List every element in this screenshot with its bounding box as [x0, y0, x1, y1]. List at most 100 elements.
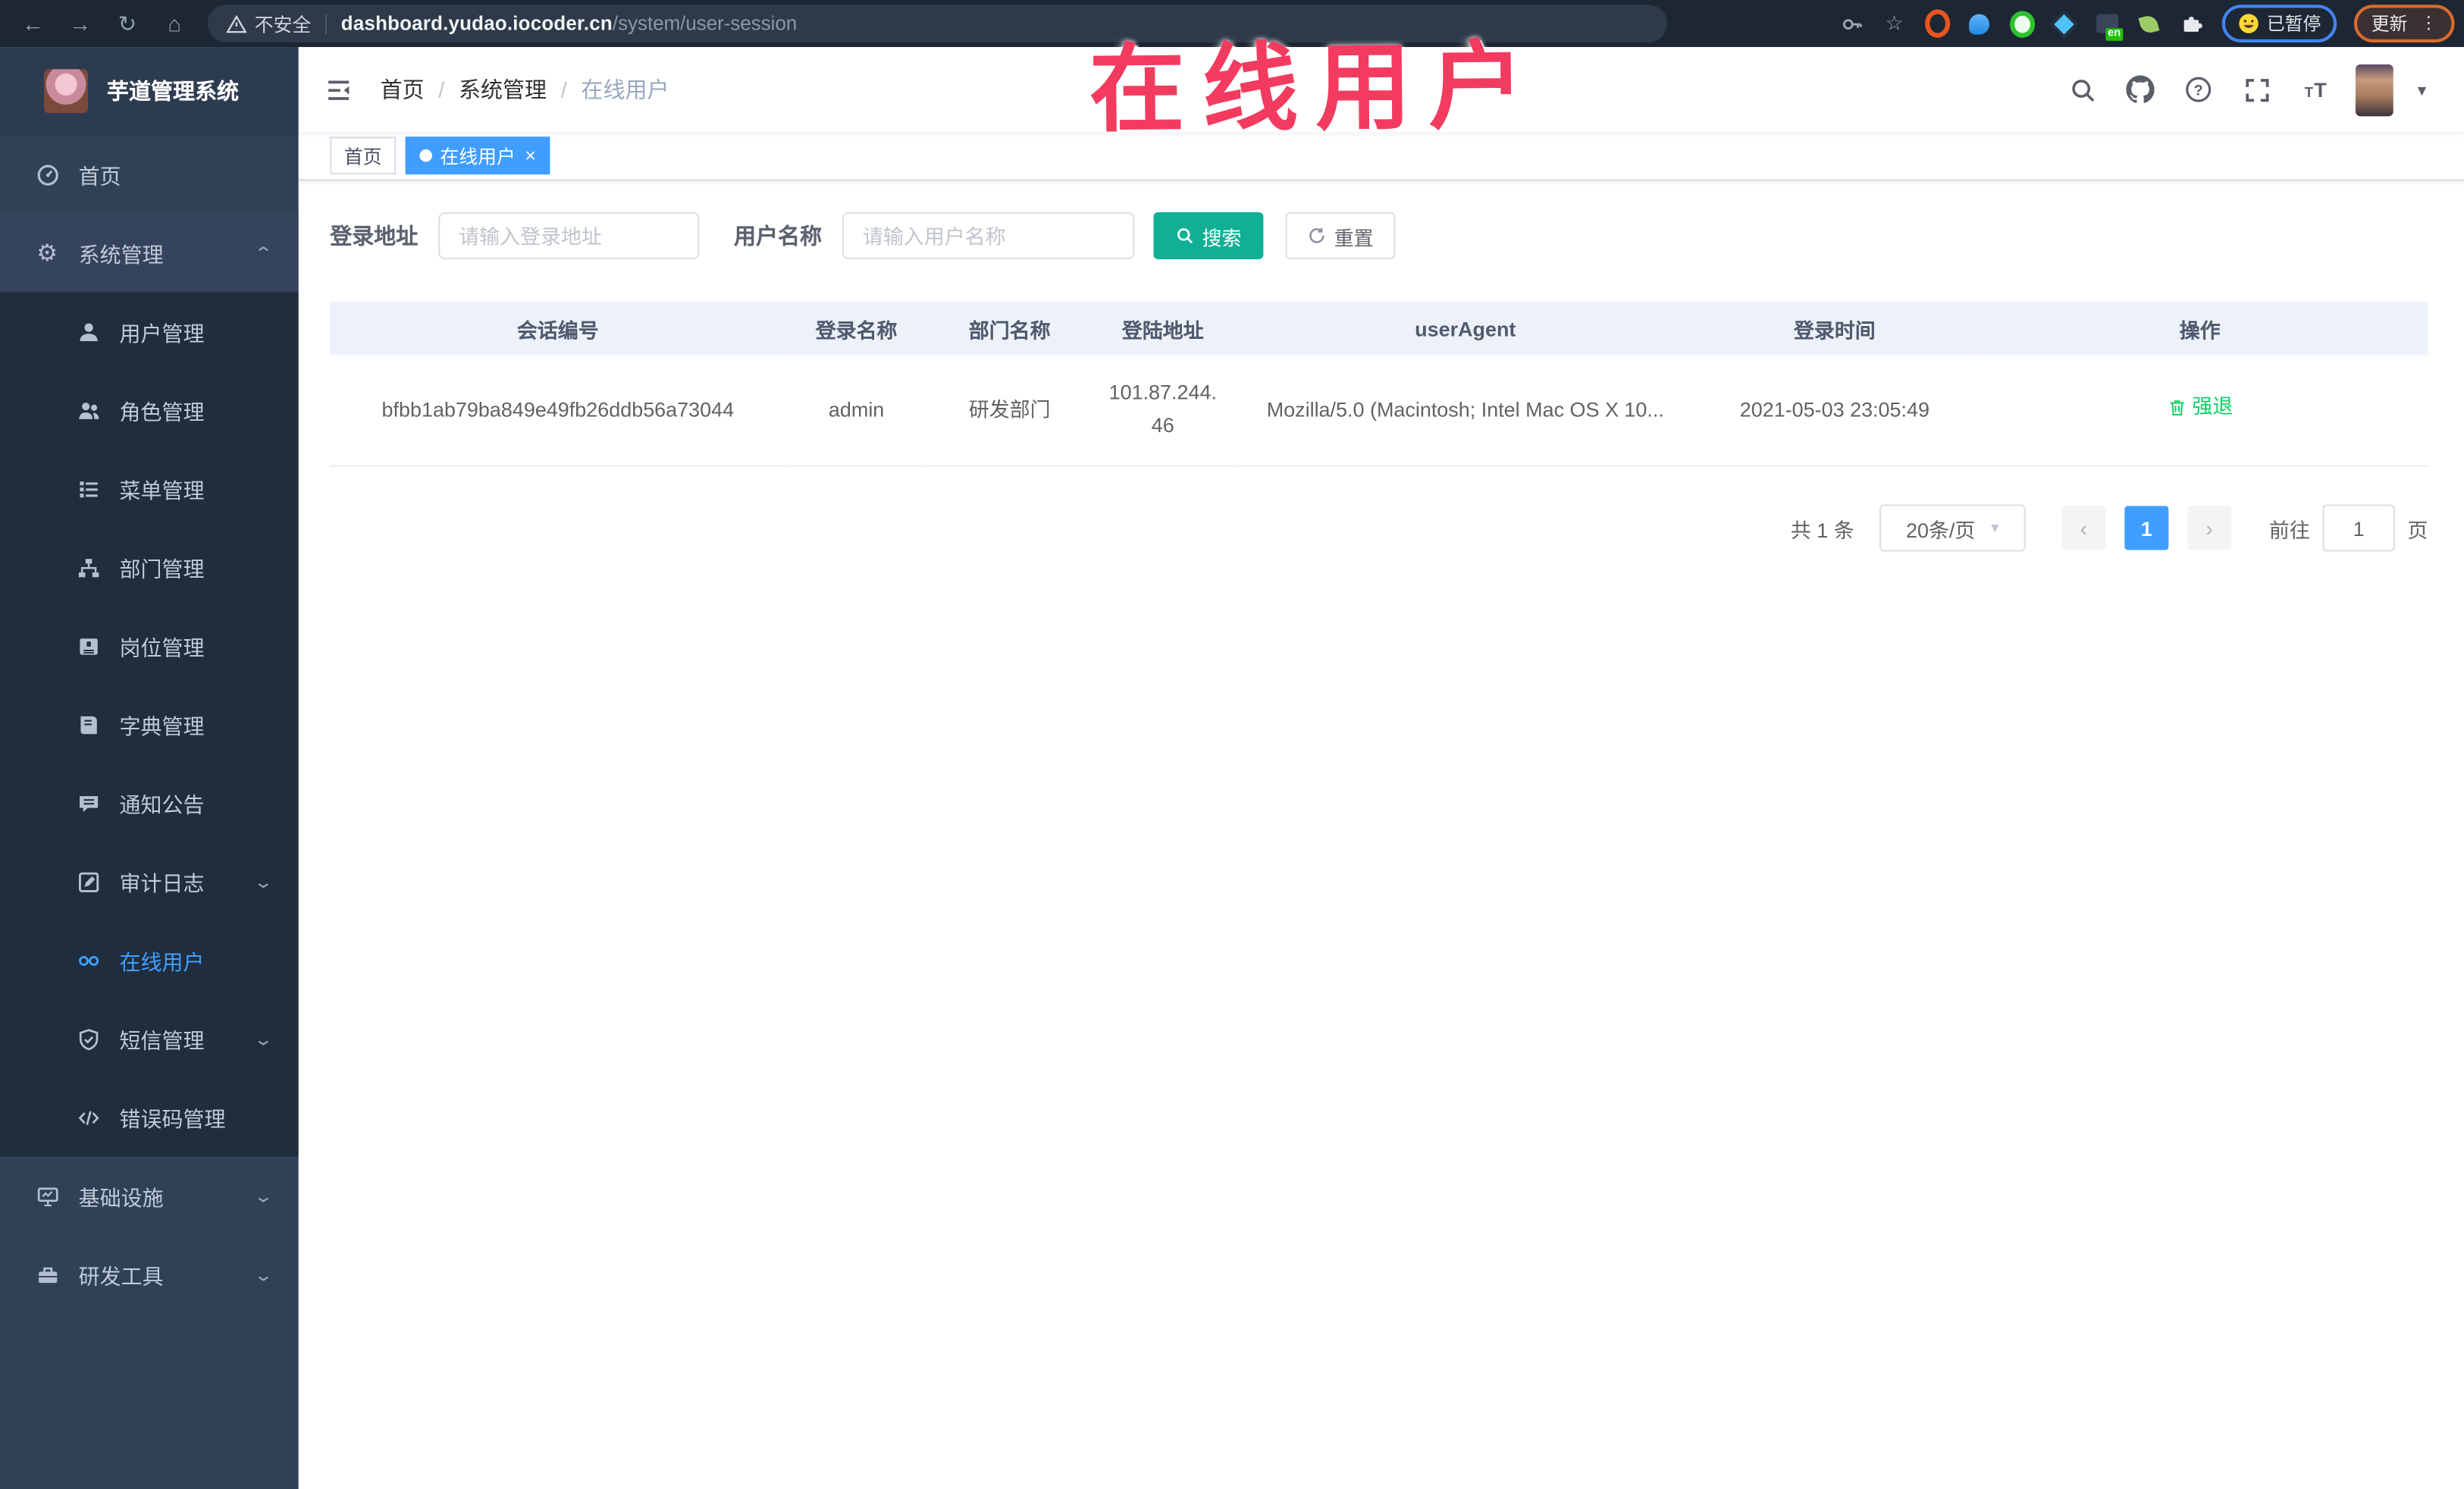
app-logo[interactable]: 芋道管理系统	[0, 47, 299, 136]
active-tab-dot	[419, 149, 433, 162]
reset-button[interactable]: 重置	[1285, 212, 1396, 259]
dashboard-icon	[35, 161, 60, 187]
list-icon	[75, 476, 100, 501]
cell-user-agent: Mozilla/5.0 (Macintosh; Intel Mac OS X 1…	[1234, 355, 1698, 467]
sidebar-item-dept-mgmt[interactable]: 部门管理	[0, 528, 299, 607]
sidebar-item-dict-mgmt[interactable]: 字典管理	[0, 685, 299, 764]
page-size-select[interactable]: 20条/页 ▾	[1879, 504, 2026, 552]
table-row: bfbb1ab79ba849e49fb26ddb56a73044 admin 研…	[330, 355, 2428, 467]
sidebar-item-label: 菜单管理	[119, 479, 205, 503]
sidebar-item-sms-mgmt[interactable]: 短信管理 ⌄	[0, 999, 299, 1078]
annotation-online-users: 在线用户	[1088, 32, 1543, 144]
prev-page-button[interactable]: ‹	[2061, 506, 2106, 550]
navbar-actions: ? TT ▾	[2065, 63, 2441, 116]
cell-session-id: bfbb1ab79ba849e49fb26ddb56a73044	[330, 355, 786, 467]
bookmark-star-icon[interactable]: ☆	[1882, 11, 1907, 36]
sidebar-item-audit-log[interactable]: 审计日志 ⌄	[0, 842, 299, 921]
sidebar-item-home[interactable]: 首页	[0, 135, 299, 214]
breadcrumb-system[interactable]: 系统管理	[459, 74, 547, 105]
sidebar-item-dev-tools[interactable]: 研发工具 ⌄	[0, 1235, 299, 1314]
current-page[interactable]: 1	[2124, 506, 2169, 550]
col-dept-name: 部门名称	[926, 301, 1092, 356]
extension-green-circle-icon[interactable]	[2008, 10, 2035, 37]
next-page-button[interactable]: ›	[2187, 506, 2232, 550]
login-address-input[interactable]	[438, 212, 700, 259]
user-avatar[interactable]	[2356, 63, 2394, 116]
sidebar: 芋道管理系统 首页 ⚙ 系统管理 ⌃ 用户管理 角色管理 菜单管理 部门管理 岗…	[0, 47, 299, 1489]
app-title: 芋道管理系统	[106, 78, 240, 104]
username-label: 用户名称	[733, 223, 823, 249]
browser-actions: ☆ en 已暂停 更新 ⋮	[1839, 5, 2455, 42]
help-icon[interactable]: ?	[2182, 72, 2217, 107]
announcement-icon	[75, 791, 100, 816]
total-count: 共 1 条	[1790, 517, 1854, 542]
cell-login-time: 2021-05-03 23:05:49	[1697, 355, 1973, 467]
security-warning-label[interactable]: 不安全	[255, 10, 312, 36]
col-user-agent: userAgent	[1234, 301, 1698, 356]
browser-update-button[interactable]: 更新 ⋮	[2353, 5, 2455, 42]
svg-text:?: ?	[2195, 83, 2204, 99]
sidebar-item-system[interactable]: ⚙ 系统管理 ⌃	[0, 213, 299, 293]
sidebar-menu: 首页 ⚙ 系统管理 ⌃ 用户管理 角色管理 菜单管理 部门管理 岗位管理 字典管…	[0, 135, 299, 1489]
sidebar-collapse-icon[interactable]	[321, 72, 356, 107]
breadcrumb-home[interactable]: 首页	[381, 74, 425, 105]
col-login-name: 登录名称	[785, 301, 927, 356]
org-tree-icon	[75, 555, 100, 580]
font-size-icon[interactable]: TT	[2298, 72, 2333, 107]
search-icon[interactable]	[2065, 72, 2100, 107]
cell-login-ip: 101.87.244.46	[1092, 355, 1234, 467]
username-input[interactable]	[842, 212, 1135, 259]
chevron-down-icon: ⌄	[252, 1186, 274, 1206]
key-icon[interactable]	[1839, 11, 1864, 36]
browser-back-icon[interactable]: ←	[9, 0, 56, 47]
sidebar-item-label: 研发工具	[78, 1265, 164, 1289]
extension-translate-icon[interactable]: en	[2094, 11, 2123, 41]
sidebar-item-infrastructure[interactable]: 基础设施 ⌄	[0, 1157, 299, 1236]
search-button[interactable]: 搜索	[1153, 212, 1264, 259]
extension-diamond-icon[interactable]	[2052, 11, 2077, 36]
browser-reload-icon[interactable]: ↻	[104, 0, 151, 47]
tab-label: 在线用户	[440, 145, 516, 168]
sidebar-item-role-mgmt[interactable]: 角色管理	[0, 371, 299, 450]
tab-label: 首页	[343, 145, 382, 168]
goto-page-input[interactable]	[2322, 504, 2395, 552]
sidebar-item-menu-mgmt[interactable]: 菜单管理	[0, 449, 299, 528]
sidebar-item-label: 角色管理	[119, 400, 205, 425]
pagination: 共 1 条 20条/页 ▾ ‹ 1 › 前往 页	[330, 504, 2428, 552]
users-icon	[75, 397, 100, 422]
browser-home-icon[interactable]: ⌂	[151, 0, 198, 47]
emoji-face-icon	[2237, 13, 2259, 35]
close-icon[interactable]: ×	[525, 146, 536, 165]
edit-log-icon	[75, 869, 100, 894]
github-icon[interactable]	[2124, 72, 2158, 107]
svg-text:T: T	[2306, 84, 2315, 100]
sidebar-item-label: 系统管理	[78, 243, 164, 268]
sidebar-item-online-users[interactable]: 在线用户	[0, 920, 299, 1000]
extension-ubuntu-icon[interactable]	[1924, 9, 1950, 38]
breadcrumb-current: 在线用户	[581, 77, 669, 102]
col-actions: 操作	[1972, 301, 2428, 356]
sidebar-item-error-code[interactable]: 错误码管理	[0, 1077, 299, 1157]
fullscreen-icon[interactable]	[2240, 72, 2275, 107]
sidebar-item-label: 通知公告	[119, 793, 205, 817]
tab-home[interactable]: 首页	[330, 136, 397, 175]
logo-image	[44, 69, 89, 114]
page-content: 登录地址 用户名称 搜索 重置	[299, 180, 2464, 583]
extensions-puzzle-icon[interactable]	[2179, 11, 2204, 36]
sidebar-item-post-mgmt[interactable]: 岗位管理	[0, 607, 299, 685]
sidebar-item-user-mgmt[interactable]: 用户管理	[0, 292, 299, 371]
browser-menu-icon[interactable]: ⋮	[2420, 14, 2437, 33]
sidebar-item-notice[interactable]: 通知公告	[0, 763, 299, 842]
main-area: 首页 / 系统管理 / 在线用户 ? T T ▾ 首页 在线用户 × 登录地址 …	[298, 47, 2464, 1489]
code-icon	[75, 1105, 100, 1130]
browser-forward-icon[interactable]: →	[57, 0, 104, 47]
tab-online-users[interactable]: 在线用户 ×	[405, 136, 550, 175]
id-card-icon	[75, 633, 100, 658]
profile-paused-badge[interactable]: 已暂停	[2221, 5, 2337, 42]
reset-button-label: 重置	[1334, 227, 1374, 249]
extension-drop-icon[interactable]	[1967, 11, 1992, 36]
force-logout-button[interactable]: 强退	[2167, 391, 2233, 424]
extension-leaf-icon[interactable]	[2136, 11, 2161, 36]
caret-down-icon[interactable]: ▾	[2418, 80, 2426, 100]
sidebar-item-label: 在线用户	[119, 950, 205, 975]
